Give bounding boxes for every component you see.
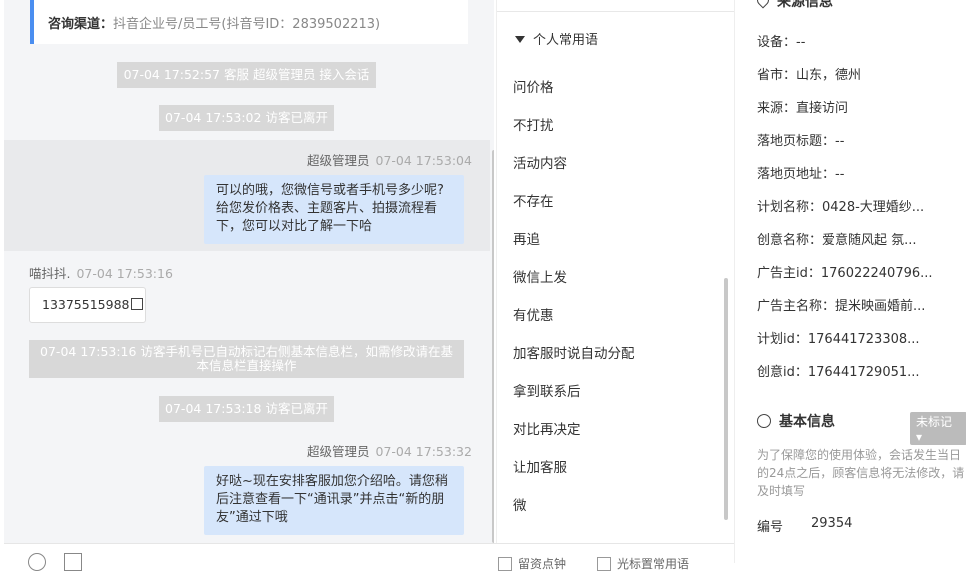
phone-message[interactable]: 13375515988 [29, 287, 146, 323]
divider [497, 11, 735, 12]
message-sender: 超级管理员 07-04 17:53:32 [307, 441, 472, 460]
message-bubble: 可以的哦，您微信号或者手机号多少呢?给您发价格表、主题客片、拍摄流程看下，您可以… [204, 175, 464, 244]
phrase-item[interactable]: 问价格 [513, 76, 554, 96]
phrase-item[interactable]: 有优惠 [513, 304, 554, 324]
phrase-item[interactable]: 对比再决定 [513, 418, 581, 438]
retain-label: 留资点钟 [518, 557, 567, 571]
message-time: 07-04 17:53:16 [76, 266, 173, 281]
info-row: 落地页地址：-- [757, 167, 845, 182]
chat-panel: 咨询渠道：抖音企业号/员工号(抖音号ID：2839502213) 07-04 1… [4, 0, 494, 543]
phrase-item[interactable]: 加客服时说自动分配 [513, 342, 635, 362]
mark-status-dropdown[interactable]: 未标记 ▾ [910, 412, 966, 445]
info-row: 计划名称：0428-大理婚纱... [757, 200, 925, 215]
phrase-item[interactable]: 拿到联系后 [513, 380, 581, 400]
system-message: 07-04 17:52:57 客服 超级管理员 接入会话 [117, 62, 376, 88]
message-sender: 喵抖抖. 07-04 17:53:16 [29, 263, 173, 282]
phone-number: 13375515988 [42, 297, 130, 312]
phrase-item[interactable]: 活动内容 [513, 152, 567, 172]
location-icon [754, 0, 772, 9]
image-icon[interactable] [64, 553, 82, 571]
id-value: 29354 [811, 516, 853, 531]
info-row: 省市：山东，德州 [757, 68, 862, 83]
info-row: 设备：-- [757, 35, 806, 50]
info-row: 计划id：176441723308... [757, 332, 920, 347]
caret-down-icon [515, 36, 525, 43]
copy-icon[interactable] [131, 298, 144, 310]
basic-info-note: 为了保障您的使用体验，会话发生当日的24点之后，顾客信息将无法修改，请及时填写 [757, 448, 965, 498]
phrase-panel: 个人常用语 问价格 不打扰 活动内容 不存在 再追 微信上发 有优惠 加客服时说… [496, 0, 735, 543]
phrase-item[interactable]: 微 [513, 494, 527, 514]
system-message: 07-04 17:53:02 访客已离开 [159, 105, 334, 131]
channel-label: 咨询渠道： [48, 17, 114, 32]
chat-scrollbar[interactable] [492, 150, 494, 543]
left-edge [0, 0, 4, 563]
system-message: 07-04 17:53:18 访客已离开 [159, 396, 334, 422]
cursor-phrase-label: 光标置常用语 [617, 557, 690, 571]
user-icon [757, 414, 771, 428]
phrase-scrollbar[interactable] [724, 278, 728, 520]
info-row: 广告主名称：提米映画婚前... [757, 299, 926, 314]
basic-info-title: 基本信息 [757, 411, 835, 431]
message-time: 07-04 17:53:32 [375, 444, 472, 459]
message-bubble: 好哒~现在安排客服加您介绍哈。请您稍后注意查看一下“通讯录”并点击“新的朋友”通… [204, 466, 464, 535]
phrase-item[interactable]: 不打扰 [513, 114, 554, 134]
phrase-group-header[interactable]: 个人常用语 [515, 29, 598, 48]
info-row: 来源：直接访问 [757, 101, 849, 116]
sender-name: 超级管理员 [307, 444, 370, 459]
phrase-item[interactable]: 不存在 [513, 190, 554, 210]
cursor-phrase-checkbox[interactable] [597, 557, 611, 571]
info-panel: 来源信息 设备：-- 省市：山东，德州 来源：直接访问 落地页标题：-- 落地页… [734, 0, 966, 563]
channel-value: 抖音企业号/员工号(抖音号ID：2839502213) [113, 17, 381, 32]
sender-name: 喵抖抖. [29, 266, 71, 281]
emoji-icon[interactable] [28, 553, 46, 571]
info-row: 创意名称：爱意随风起 氛... [757, 233, 917, 248]
phrase-item[interactable]: 让加客服 [513, 456, 567, 476]
channel-card: 咨询渠道：抖音企业号/员工号(抖音号ID：2839502213) [30, 0, 468, 44]
source-info-title: 来源信息 [754, 0, 833, 11]
id-label: 编号 [757, 520, 784, 535]
phrase-item[interactable]: 微信上发 [513, 266, 567, 286]
phrase-item[interactable]: 再追 [513, 228, 540, 248]
info-row: 落地页标题：-- [757, 134, 845, 149]
message-sender: 超级管理员 07-04 17:53:04 [307, 150, 472, 169]
info-row: 创意id：176441729051... [757, 365, 920, 380]
message-time: 07-04 17:53:04 [375, 153, 472, 168]
info-row: 广告主id：176022240796... [757, 266, 933, 281]
phrase-group-title: 个人常用语 [533, 33, 599, 48]
retain-checkbox[interactable] [498, 557, 512, 571]
system-message: 07-04 17:53:16 访客手机号已自动标记右侧基本信息栏，如需修改请在基… [29, 340, 464, 378]
sender-name: 超级管理员 [307, 153, 370, 168]
